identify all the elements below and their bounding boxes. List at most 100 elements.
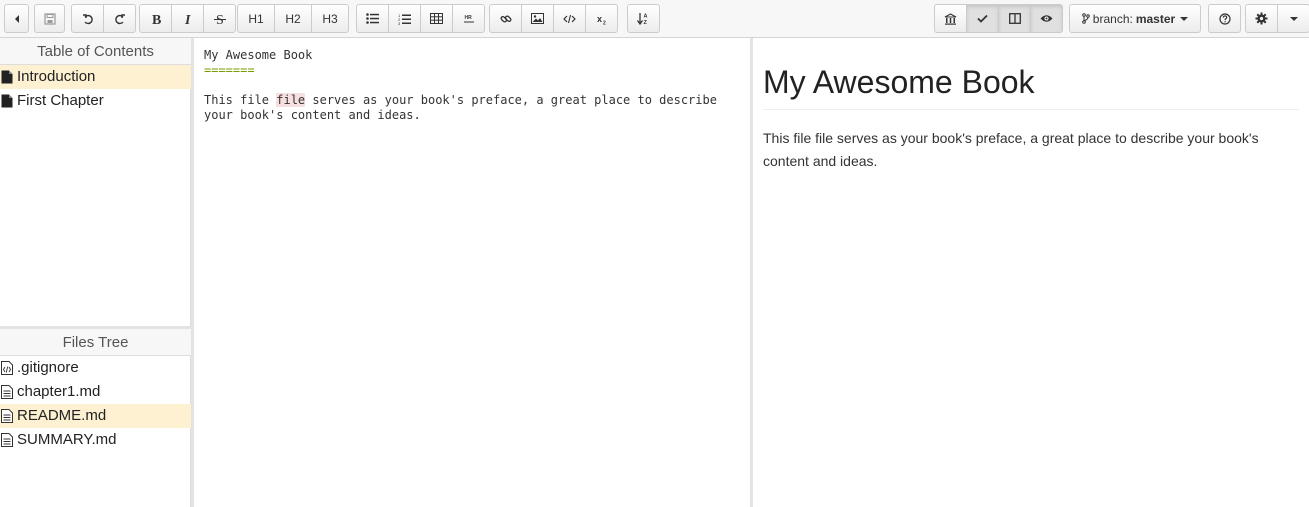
editor-highlighted-word: file bbox=[276, 93, 306, 107]
undo-icon bbox=[82, 13, 93, 24]
toc-item-label: First Chapter bbox=[17, 92, 104, 109]
gear-icon bbox=[1255, 12, 1268, 25]
heading-1-button[interactable]: H1 bbox=[237, 4, 275, 33]
subscript-icon: x2 bbox=[597, 14, 606, 25]
heading-2-button[interactable]: H2 bbox=[274, 4, 312, 33]
toc-item-introduction[interactable]: Introduction bbox=[0, 65, 191, 89]
markdown-preview: My Awesome Book This file file serves as… bbox=[753, 38, 1309, 507]
file-item-readme[interactable]: README.md bbox=[0, 404, 191, 428]
editor-line-2: ======= bbox=[204, 63, 255, 77]
bold-icon: B bbox=[152, 13, 161, 26]
text-file-icon bbox=[1, 408, 15, 424]
bold-button[interactable]: B bbox=[139, 4, 172, 33]
distraction-free-button[interactable] bbox=[934, 4, 967, 33]
preview-button[interactable] bbox=[1030, 4, 1063, 33]
format-group: B I S bbox=[139, 4, 236, 33]
file-icon bbox=[1, 93, 15, 109]
toc-item-first-chapter[interactable]: First Chapter bbox=[0, 89, 191, 113]
help-group bbox=[1208, 4, 1241, 33]
heading-2-label: H2 bbox=[285, 11, 301, 26]
link-button[interactable] bbox=[489, 4, 522, 33]
file-item-label: SUMMARY.md bbox=[17, 431, 117, 448]
question-circle-icon bbox=[1218, 12, 1231, 25]
table-button[interactable] bbox=[420, 4, 453, 33]
view-mode-group bbox=[934, 4, 1063, 33]
editor-line-4-end: serves as your book's preface, a great p… bbox=[305, 93, 717, 107]
check-icon bbox=[977, 14, 988, 23]
table-icon bbox=[430, 13, 443, 24]
preview-paragraph: This file file serves as your book's pre… bbox=[763, 130, 1259, 169]
heading-3-label: H3 bbox=[322, 11, 338, 26]
editor-line-4-start: This file bbox=[204, 93, 277, 107]
preview-heading: My Awesome Book bbox=[763, 63, 1299, 110]
image-icon bbox=[531, 13, 544, 24]
sort-group: AZ bbox=[627, 4, 660, 33]
help-button[interactable] bbox=[1208, 4, 1241, 33]
settings-button[interactable] bbox=[1245, 4, 1278, 33]
subscript-button[interactable]: x2 bbox=[585, 4, 618, 33]
horizontal-rule-icon: HR bbox=[463, 15, 474, 22]
strikethrough-button[interactable]: S bbox=[203, 4, 236, 33]
file-item-label: chapter1.md bbox=[17, 383, 101, 400]
table-of-contents-panel: Table of Contents Introduction First Cha… bbox=[0, 38, 191, 326]
heading-1-label: H1 bbox=[248, 11, 264, 26]
sort-button[interactable]: AZ bbox=[627, 4, 660, 33]
collapse-sidebar-button[interactable] bbox=[4, 4, 29, 33]
save-button[interactable] bbox=[34, 4, 65, 33]
text-file-icon bbox=[1, 384, 15, 400]
branch-prefix-label: branch: bbox=[1092, 11, 1133, 26]
git-branch-icon bbox=[1081, 13, 1090, 24]
italic-icon: I bbox=[184, 13, 191, 26]
code-file-icon bbox=[1, 360, 15, 376]
code-button[interactable] bbox=[553, 4, 586, 33]
branch-group: branch: master bbox=[1069, 4, 1201, 33]
branch-name-label: master bbox=[1135, 11, 1176, 26]
numbered-list-button[interactable]: 123 bbox=[388, 4, 421, 33]
link-icon bbox=[500, 14, 511, 23]
library-icon bbox=[944, 12, 957, 25]
file-item-gitignore[interactable]: .gitignore bbox=[0, 356, 191, 380]
eye-icon bbox=[1040, 15, 1053, 22]
floppy-disk-icon bbox=[43, 12, 56, 25]
bulleted-list-button[interactable] bbox=[356, 4, 389, 33]
file-item-summary[interactable]: SUMMARY.md bbox=[0, 428, 191, 452]
undo-button[interactable] bbox=[71, 4, 104, 33]
numbered-list-icon: 123 bbox=[398, 13, 411, 25]
files-tree-title: Files Tree bbox=[0, 329, 191, 356]
svg-text:3: 3 bbox=[398, 21, 401, 25]
caret-left-icon bbox=[14, 14, 19, 23]
svg-text:HR: HR bbox=[464, 15, 472, 21]
editor-line-4: This file file serves as your book's pre… bbox=[204, 93, 740, 108]
save-group bbox=[34, 4, 65, 33]
editor-line-5: your book's content and ideas. bbox=[204, 108, 421, 122]
sort-alpha-icon: AZ bbox=[637, 13, 648, 25]
toc-title: Table of Contents bbox=[0, 38, 191, 65]
branch-dropdown-button[interactable]: branch: master bbox=[1069, 4, 1201, 33]
editor-line-1: My Awesome Book bbox=[204, 48, 313, 62]
file-item-label: README.md bbox=[17, 407, 107, 424]
file-item-chapter1[interactable]: chapter1.md bbox=[0, 380, 191, 404]
markdown-editor[interactable]: My Awesome Book ======= This file file s… bbox=[194, 38, 750, 507]
split-view-button[interactable] bbox=[998, 4, 1031, 33]
sidebar: Table of Contents Introduction First Cha… bbox=[0, 38, 191, 507]
history-group bbox=[71, 4, 136, 33]
image-button[interactable] bbox=[521, 4, 554, 33]
insert-block-group: 123 HR bbox=[356, 4, 485, 33]
code-icon bbox=[563, 14, 576, 23]
settings-dropdown-button[interactable] bbox=[1277, 4, 1309, 33]
editor-toolbar: B I S H1 H2 H3 123 HR x 2 A Z branch: ma… bbox=[0, 0, 1309, 38]
redo-button[interactable] bbox=[103, 4, 136, 33]
italic-button[interactable]: I bbox=[171, 4, 204, 33]
redo-icon bbox=[114, 13, 125, 24]
strikethrough-icon: S bbox=[213, 13, 226, 26]
spellcheck-button[interactable] bbox=[966, 4, 999, 33]
svg-text:Z: Z bbox=[644, 20, 648, 25]
horizontal-rule-button[interactable]: HR bbox=[452, 4, 485, 33]
caret-down-icon bbox=[1180, 16, 1189, 21]
heading-3-button[interactable]: H3 bbox=[311, 4, 349, 33]
svg-text:I: I bbox=[184, 13, 191, 26]
svg-text:A: A bbox=[644, 14, 648, 20]
bulleted-list-icon bbox=[366, 13, 379, 24]
toggle-sidebar-group bbox=[4, 4, 29, 33]
insert-inline-group: x2 bbox=[489, 4, 618, 33]
